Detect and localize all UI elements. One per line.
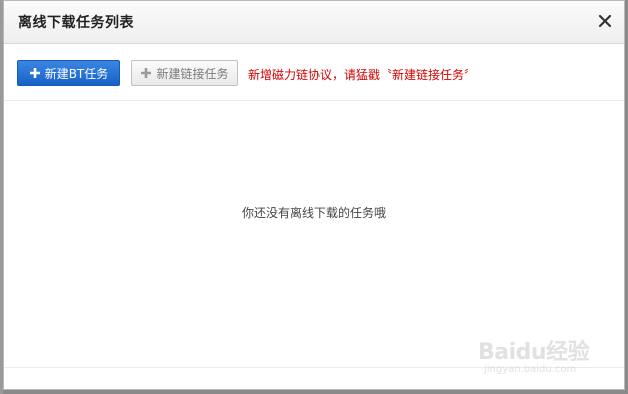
watermark-url: jingyan.baidu.com [484,364,577,375]
new-bt-task-label: 新建BT任务 [44,66,109,81]
plus-icon [141,68,152,78]
close-button[interactable] [596,12,614,30]
magnet-hint-text: 新增磁力链协议，请猛戳〝新建链接任务〞 [248,68,477,82]
watermark-brand: Baidu经验 [478,340,590,365]
dialog-title: 离线下载任务列表 [18,15,134,31]
plus-icon [29,68,40,78]
empty-task-message: 你还没有离线下载的任务哦 [241,206,386,220]
new-bt-task-button[interactable]: 新建BT任务 [17,60,120,86]
close-icon [598,14,612,28]
baidu-jingyan-watermark: Baidu经验 jingyan.baidu.com [478,328,620,384]
toolbar: 新建BT任务 新建链接任务 新增磁力链协议，请猛戳〝新建链接任务〞 [4,44,624,101]
new-link-task-button[interactable]: 新建链接任务 [131,60,238,86]
new-link-task-label: 新建链接任务 [156,66,229,81]
dialog-titlebar: 离线下载任务列表 [4,1,624,44]
